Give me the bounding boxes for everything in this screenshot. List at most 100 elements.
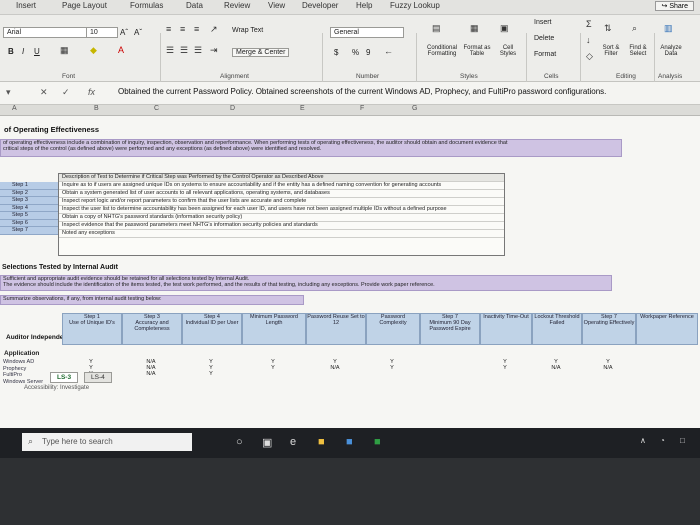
conditional-formatting-button[interactable]: Conditional Formatting (420, 45, 464, 57)
enter-icon[interactable]: ✓ (62, 87, 70, 98)
task-view-icon[interactable]: ▣ (262, 436, 272, 449)
font-name-select[interactable]: Arial (3, 27, 89, 38)
cancel-icon[interactable]: ✕ (40, 87, 48, 98)
shrink-font-button[interactable]: Aˇ (134, 28, 142, 37)
table-header[interactable]: Step 1 Use of Unique ID's (62, 313, 122, 345)
description-header[interactable]: Description of Test to Determine if Crit… (59, 174, 504, 182)
sort-filter-button[interactable]: Sort & Filter (598, 45, 624, 57)
file-explorer-icon[interactable]: ■ (318, 436, 325, 448)
font-color-icon[interactable]: A (118, 45, 124, 55)
decimal-icon[interactable]: ← (384, 46, 393, 56)
selections-cell[interactable]: Sufficient and appropriate audit evidenc… (0, 275, 612, 291)
cortana-icon[interactable]: ○ (236, 436, 243, 448)
taskbar-search[interactable]: ⌕ Type here to search (22, 433, 192, 451)
sheet-tab-ls-4[interactable]: LS-4 (84, 372, 112, 383)
indent-icon[interactable]: ⇥ (210, 45, 218, 56)
table-header[interactable]: Step 3 Accuracy and Completeness (122, 313, 182, 345)
column-header[interactable]: B (94, 105, 99, 112)
notifications-icon[interactable]: □ (680, 436, 685, 445)
table-cell[interactable]: Y (242, 365, 304, 371)
table-header[interactable]: Password Reuse Set to 12 (306, 313, 366, 345)
bold-button[interactable]: B (8, 47, 14, 56)
cell-styles-icon[interactable]: ▣ (500, 23, 509, 34)
table-header[interactable]: Step 4 Individual ID per User (182, 313, 242, 345)
fill-color-icon[interactable]: ◆ (90, 45, 97, 56)
description-row[interactable]: Obtain a system generated list of user a… (59, 190, 504, 198)
tab-help[interactable]: Help (356, 1, 372, 10)
grow-font-button[interactable]: Aˆ (120, 28, 128, 37)
align-left-icon[interactable]: ☰ (166, 45, 174, 56)
column-header[interactable]: D (230, 105, 235, 112)
analyze-data-button[interactable]: Analyze Data (658, 45, 684, 57)
format-as-table-icon[interactable]: ▦ (470, 23, 479, 34)
column-header[interactable]: A (12, 105, 17, 112)
fill-icon[interactable]: ↓ (586, 35, 591, 45)
description-row[interactable]: Obtain a copy of NHTG's password standar… (59, 214, 504, 222)
tab-data[interactable]: Data (186, 1, 203, 10)
table-cell[interactable]: Y (366, 365, 418, 371)
percent-button[interactable]: % (352, 48, 359, 57)
description-row[interactable]: Noted any exceptions (59, 230, 504, 238)
autosum-icon[interactable]: Σ (586, 19, 592, 29)
wrap-text-button[interactable]: Wrap Text (232, 27, 263, 34)
store-icon[interactable]: ■ (346, 436, 353, 448)
column-header[interactable]: G (412, 105, 417, 112)
table-header[interactable]: Lockout Threshold Failed (532, 313, 582, 345)
underline-button[interactable]: U (34, 47, 40, 56)
insert-function-icon[interactable]: fx (88, 87, 95, 97)
tab-formulas[interactable]: Formulas (130, 1, 163, 10)
tab-page-layout[interactable]: Page Layout (62, 1, 107, 10)
description-row[interactable]: Inspect the user list to determine accou… (59, 206, 504, 214)
conditional-formatting-icon[interactable]: ▤ (432, 23, 441, 34)
excel-icon[interactable]: ■ (374, 436, 381, 448)
name-box-dropdown-icon[interactable]: ▾ (6, 87, 11, 98)
align-middle-icon[interactable]: ≡ (180, 24, 185, 34)
font-size-select[interactable]: 10 (86, 27, 118, 38)
delete-cells-button[interactable]: Delete (534, 35, 554, 42)
application-header[interactable]: Application (4, 350, 39, 357)
column-header[interactable]: F (360, 105, 364, 112)
description-row[interactable]: Inspect report logic and/or report param… (59, 198, 504, 206)
table-cell[interactable]: N/A (306, 365, 364, 371)
cell-styles-button[interactable]: Cell Styles (496, 45, 520, 57)
align-bottom-icon[interactable]: ≡ (194, 24, 199, 34)
format-as-table-button[interactable]: Format as Table (462, 45, 492, 57)
clear-icon[interactable]: ◇ (586, 51, 593, 62)
table-header[interactable]: Step 7 Operating Effectively (582, 313, 636, 345)
align-right-icon[interactable]: ☰ (194, 45, 202, 56)
tab-view[interactable]: View (268, 1, 285, 10)
tab-developer[interactable]: Developer (302, 1, 338, 10)
tab-review[interactable]: Review (224, 1, 250, 10)
borders-icon[interactable]: ▦ (60, 45, 69, 56)
system-tray-icon[interactable]: ∧ (640, 436, 646, 445)
table-cell[interactable]: N/A (582, 365, 634, 371)
align-center-icon[interactable]: ☰ (180, 45, 188, 56)
analyze-data-icon[interactable]: ▥ (664, 23, 673, 34)
table-cell[interactable]: Y (480, 365, 530, 371)
column-header[interactable]: E (300, 105, 305, 112)
find-icon[interactable]: ⌕ (632, 23, 637, 34)
italic-button[interactable]: I (22, 47, 24, 56)
find-select-button[interactable]: Find & Select (626, 45, 650, 57)
description-row[interactable]: Inspect evidence that the password param… (59, 222, 504, 230)
table-header[interactable]: Password Complexity (366, 313, 420, 345)
merge-center-button[interactable]: Merge & Center (232, 48, 290, 57)
formula-input[interactable]: Obtained the current Password Policy. Ob… (118, 87, 606, 96)
table-header[interactable]: Step 7 Minimum 90 Day Password Expire (420, 313, 480, 345)
table-header[interactable]: Minimum Password Length (242, 313, 306, 345)
share-button[interactable]: ↪ Share (655, 1, 694, 11)
summarize-cell[interactable]: Summarize observations, if any, from int… (0, 295, 304, 305)
orientation-icon[interactable]: ↗ (210, 24, 218, 35)
accessibility-status[interactable]: Accessibility: Investigate (24, 385, 89, 391)
table-header[interactable]: Inactivity Time-Out (480, 313, 532, 345)
format-cells-button[interactable]: Format (534, 51, 556, 58)
sheet-tab-ls-3[interactable]: LS-3 (50, 372, 79, 383)
tab-insert[interactable]: Insert (16, 1, 36, 10)
table-cell[interactable]: N/A (532, 365, 580, 371)
edge-icon[interactable]: e (290, 436, 296, 448)
tab-fuzzy-lookup[interactable]: Fuzzy Lookup (390, 1, 440, 10)
table-header[interactable]: Workpaper Reference (636, 313, 698, 345)
number-format-select[interactable]: General (330, 27, 404, 38)
worksheet[interactable]: A B C D E F G of Operating Effectiveness… (0, 105, 700, 458)
sort-filter-icon[interactable]: ⇅ (604, 23, 612, 34)
